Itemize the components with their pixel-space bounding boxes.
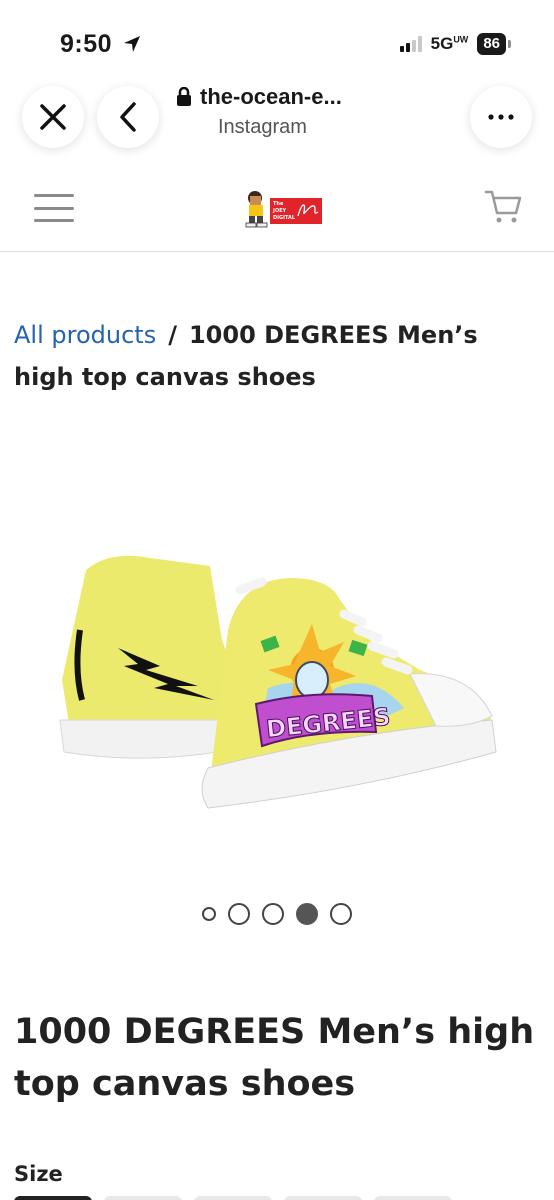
cart-button[interactable] (484, 186, 524, 231)
close-icon (40, 104, 66, 130)
site-logo[interactable]: The JOEY DIGITAL (240, 188, 326, 230)
status-time: 9:50 (60, 30, 142, 59)
logo-text: The (273, 201, 284, 207)
size-option[interactable] (194, 1196, 272, 1200)
url-text: the-ocean-e... (200, 84, 342, 109)
size-option[interactable] (374, 1196, 452, 1200)
close-button[interactable] (22, 86, 84, 148)
status-bar: 9:50 5GUW 86 (0, 0, 554, 72)
url-area[interactable]: the-ocean-e... Instagram (176, 84, 396, 139)
breadcrumb-all-products[interactable]: All products (14, 321, 156, 349)
cart-icon (484, 190, 522, 223)
svg-text:DIGITAL: DIGITAL (273, 215, 296, 221)
shoes-image: DEGREES (59, 555, 497, 809)
product-image[interactable]: DEGREES (0, 520, 554, 850)
gallery-dot-active[interactable] (296, 903, 318, 925)
menu-icon[interactable] (34, 194, 74, 222)
breadcrumb: All products/1000 DEGREES Men’s high top… (14, 314, 534, 398)
back-button[interactable] (97, 86, 159, 148)
battery-icon: 86 (477, 33, 511, 55)
size-option[interactable] (14, 1196, 92, 1200)
gallery-dots (0, 903, 554, 925)
gallery-dot[interactable] (228, 903, 250, 925)
breadcrumb-separator: / (168, 321, 177, 349)
status-indicators: 5GUW 86 (399, 33, 511, 55)
site-header: The JOEY DIGITAL (0, 168, 554, 252)
gallery-dot[interactable] (202, 907, 216, 921)
browser-bar: the-ocean-e... Instagram (0, 78, 554, 158)
more-button[interactable] (470, 86, 532, 148)
url-source: Instagram (218, 116, 307, 138)
network-label: 5GUW (430, 34, 469, 53)
size-option[interactable] (284, 1196, 362, 1200)
lock-icon (177, 87, 191, 106)
location-arrow-icon (123, 36, 140, 52)
gallery-dot[interactable] (330, 903, 352, 925)
signal-icon (399, 36, 422, 52)
time-text: 9:50 (60, 30, 113, 58)
chevron-left-icon (120, 102, 136, 132)
svg-text:JOEY: JOEY (272, 208, 287, 214)
product-title: 1000 DEGREES Men’s high top canvas shoes (14, 1012, 535, 1104)
size-options (14, 1196, 452, 1200)
logo-image: The JOEY DIGITAL (245, 191, 322, 228)
more-icon (488, 114, 514, 120)
size-label: Size (14, 1162, 63, 1186)
size-option[interactable] (104, 1196, 182, 1200)
gallery-dot[interactable] (262, 903, 284, 925)
